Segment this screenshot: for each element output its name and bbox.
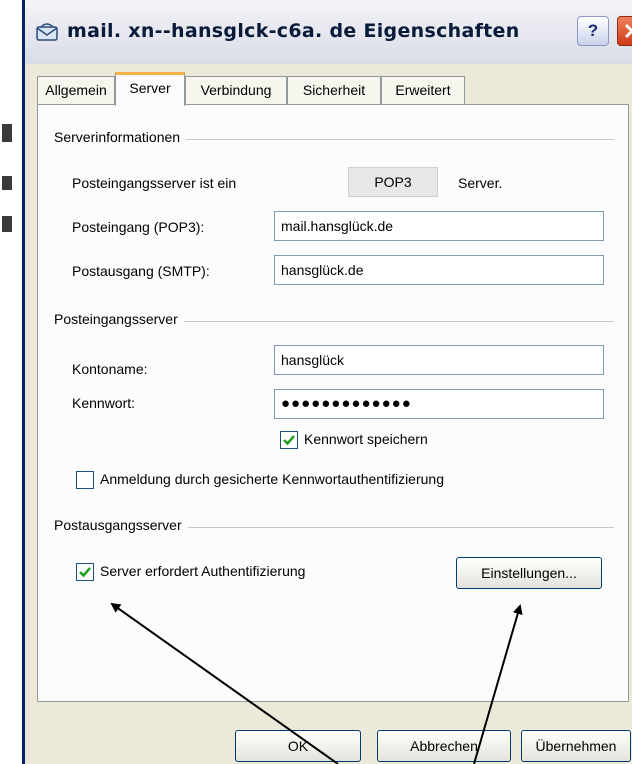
tab-server[interactable]: Server	[115, 72, 185, 106]
arrow-to-auth-checkbox	[110, 602, 339, 764]
arrow-to-settings-button	[473, 604, 523, 764]
annotation-arrows	[110, 602, 523, 764]
